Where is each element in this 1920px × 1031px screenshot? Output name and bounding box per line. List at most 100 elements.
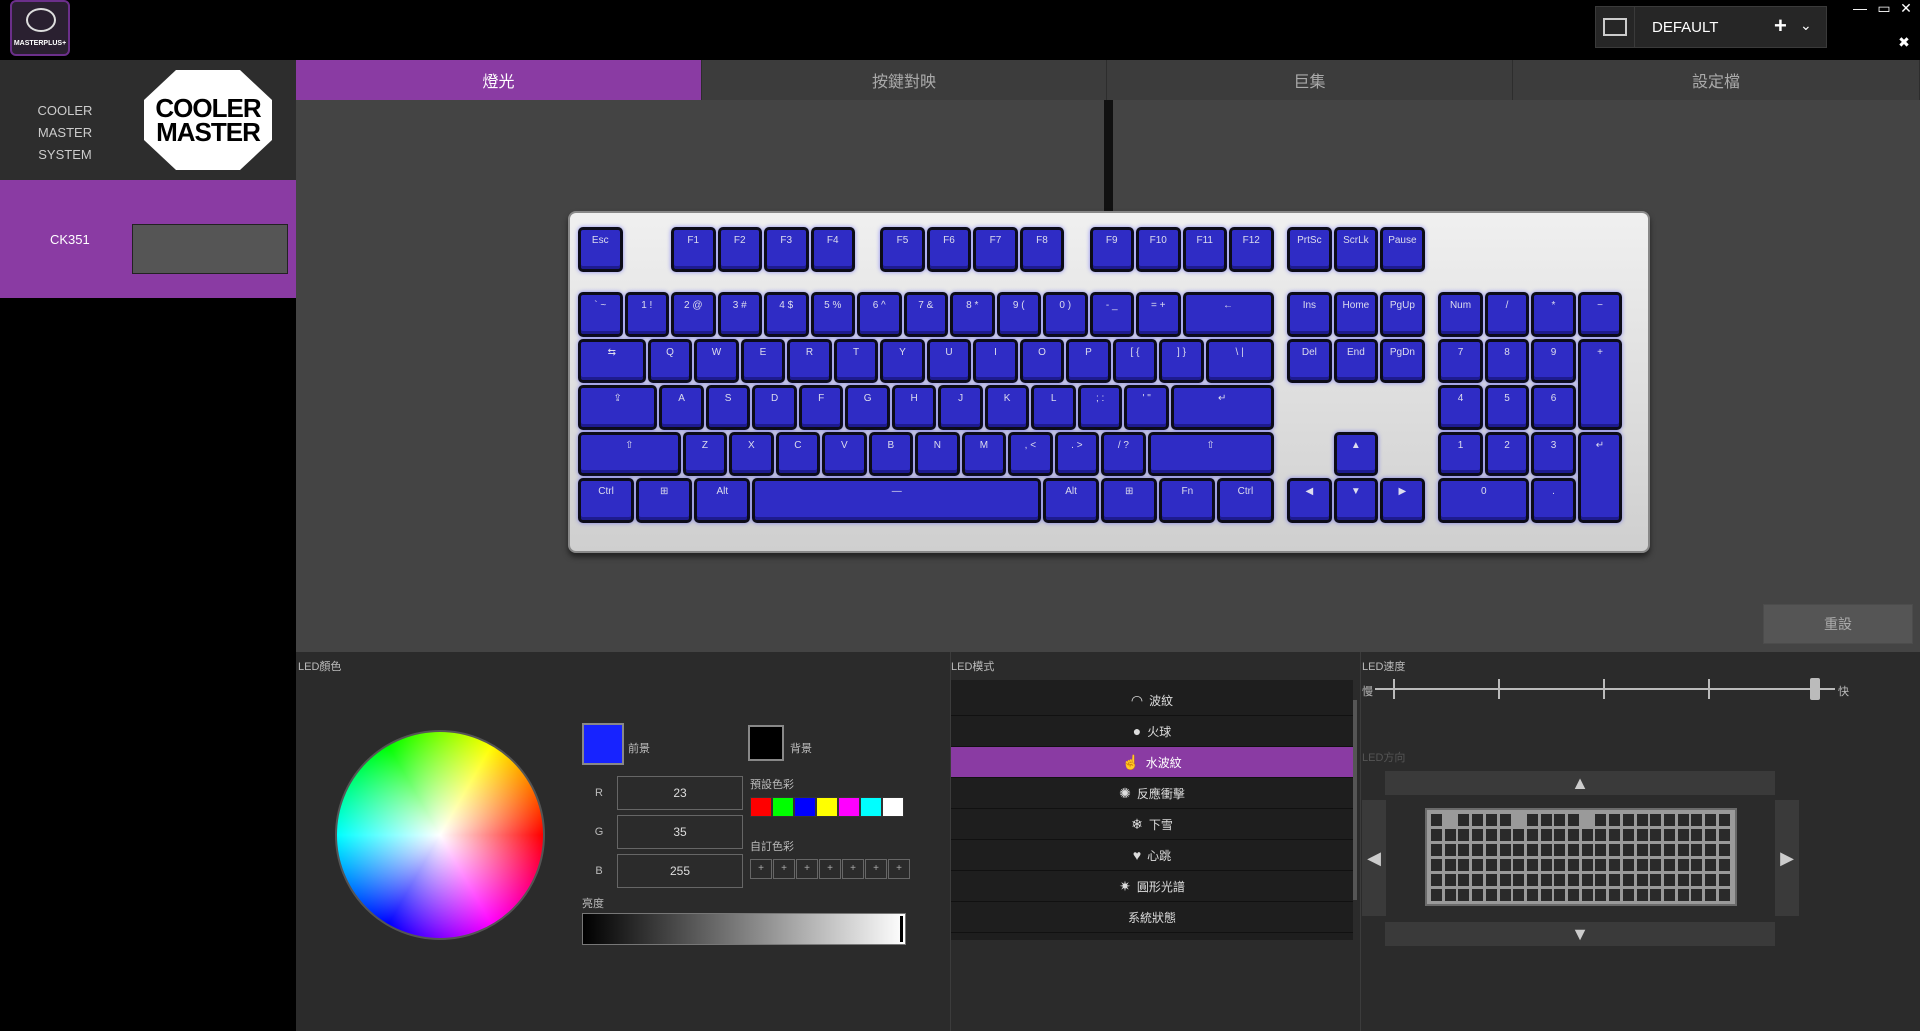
image-icon[interactable] <box>1596 7 1635 47</box>
key-left[interactable]: ◀ <box>1287 478 1332 523</box>
key-a[interactable]: A <box>659 385 704 430</box>
key-quote[interactable]: ' " <box>1124 385 1169 430</box>
key-tab[interactable]: ⇆ <box>578 338 646 384</box>
direction-left-button[interactable]: ◀ <box>1362 800 1386 916</box>
key-f5[interactable]: F5 <box>880 227 925 272</box>
key-b[interactable]: B <box>868 431 914 477</box>
preset-color-swatch[interactable] <box>860 797 882 817</box>
led-speed-handle[interactable] <box>1810 678 1820 700</box>
blue-input[interactable] <box>617 854 743 888</box>
led-mode-item[interactable]: ✷ 圓形光譜 <box>951 871 1353 902</box>
key-lalt[interactable]: Alt <box>694 478 751 523</box>
key-add[interactable]: + <box>1577 338 1623 430</box>
key-f1[interactable]: F1 <box>671 227 716 272</box>
key-pgup[interactable]: PgUp <box>1380 292 1425 337</box>
key-s[interactable]: S <box>705 385 751 430</box>
key-kent[interactable]: ↵ <box>1577 431 1623 523</box>
color-wheel[interactable] <box>335 730 545 940</box>
masterplus-logo[interactable]: MASTERPLUS+ <box>10 0 70 56</box>
key-n2[interactable]: 2 @ <box>671 292 716 337</box>
key-p[interactable]: P <box>1066 338 1111 384</box>
key-equal[interactable]: = + <box>1136 292 1181 337</box>
tools-icon[interactable]: ✖ <box>1894 34 1914 52</box>
key-num[interactable]: Num <box>1438 292 1483 337</box>
key-rshift[interactable]: ⇧ <box>1147 431 1274 477</box>
key-k0[interactable]: 0 <box>1438 478 1530 523</box>
key-d[interactable]: D <box>752 385 797 430</box>
key-f4[interactable]: F4 <box>810 227 855 272</box>
maximize-button[interactable]: ▭ <box>1874 0 1894 18</box>
key-down[interactable]: ▼ <box>1333 478 1379 523</box>
led-mode-item[interactable]: ☝ 水波紋 <box>951 747 1353 778</box>
key-up[interactable]: ▲ <box>1333 431 1379 477</box>
key-n[interactable]: N <box>915 431 960 477</box>
key-n7[interactable]: 7 & <box>903 292 948 337</box>
background-swatch[interactable] <box>748 725 784 761</box>
custom-color-slot[interactable]: + <box>796 859 818 879</box>
tab-lighting[interactable]: 燈光 <box>296 60 702 100</box>
led-mode-item[interactable]: ♥ 心跳 <box>951 840 1353 871</box>
preset-color-swatch[interactable] <box>794 797 816 817</box>
key-n8[interactable]: 8 * <box>950 292 995 337</box>
key-r[interactable]: R <box>787 338 832 384</box>
device-item-ck351[interactable]: CK351 <box>0 180 296 298</box>
key-f7[interactable]: F7 <box>973 227 1018 272</box>
key-enter[interactable]: ↵ <box>1170 385 1274 430</box>
key-z[interactable]: Z <box>682 431 728 477</box>
key-mul[interactable]: * <box>1531 292 1576 337</box>
key-pgdn[interactable]: PgDn <box>1380 338 1425 384</box>
key-o[interactable]: O <box>1019 338 1065 384</box>
key-scrlk[interactable]: ScrLk <box>1333 227 1379 272</box>
key-f12[interactable]: F12 <box>1229 227 1274 272</box>
key-k4[interactable]: 4 <box>1438 385 1483 430</box>
led-mode-item[interactable]: ❄ 下雪 <box>951 809 1353 840</box>
key-g[interactable]: G <box>845 385 890 430</box>
custom-color-slot[interactable]: + <box>865 859 887 879</box>
key-home[interactable]: Home <box>1333 292 1379 337</box>
key-f3[interactable]: F3 <box>764 227 809 272</box>
custom-color-slot[interactable]: + <box>819 859 841 879</box>
close-button[interactable]: ✕ <box>1896 0 1916 18</box>
add-profile-button[interactable]: + <box>1774 13 1787 39</box>
direction-up-button[interactable]: ▲ <box>1385 771 1775 795</box>
chevron-down-icon[interactable]: ⌄ <box>1800 17 1812 34</box>
preset-color-swatch[interactable] <box>816 797 838 817</box>
key-end[interactable]: End <box>1333 338 1379 384</box>
key-del[interactable]: Del <box>1287 338 1332 384</box>
key-j[interactable]: J <box>938 385 983 430</box>
key-n0[interactable]: 0 ) <box>1043 292 1088 337</box>
key-i[interactable]: I <box>973 338 1018 384</box>
key-k9[interactable]: 9 <box>1531 338 1576 384</box>
direction-right-button[interactable]: ▶ <box>1775 800 1799 916</box>
key-c[interactable]: C <box>775 431 821 477</box>
key-k1[interactable]: 1 <box>1438 431 1483 477</box>
key-f2[interactable]: F2 <box>717 227 762 272</box>
direction-down-button[interactable]: ▼ <box>1385 922 1775 946</box>
key-w[interactable]: W <box>694 338 739 384</box>
key-k5[interactable]: 5 <box>1484 385 1530 430</box>
profile-name[interactable]: DEFAULT <box>1652 19 1718 36</box>
key-n9[interactable]: 9 ( <box>996 292 1041 337</box>
key-rbr[interactable]: ] } <box>1159 338 1204 384</box>
led-mode-item[interactable]: 系統狀態 <box>951 902 1353 933</box>
led-mode-item[interactable]: ◠ 波紋 <box>951 685 1353 716</box>
brightness-slider[interactable] <box>582 913 906 945</box>
key-f9[interactable]: F9 <box>1089 227 1134 272</box>
red-input[interactable] <box>617 776 743 810</box>
key-lbr[interactable]: [ { <box>1112 338 1158 384</box>
key-k[interactable]: K <box>984 385 1030 430</box>
key-n5[interactable]: 5 % <box>810 292 855 337</box>
key-k2[interactable]: 2 <box>1484 431 1530 477</box>
key-ins[interactable]: Ins <box>1287 292 1332 337</box>
key-space[interactable]: — <box>752 478 1041 523</box>
key-caps[interactable]: ⇪ <box>578 385 658 430</box>
key-x[interactable]: X <box>729 431 774 477</box>
key-fn[interactable]: Fn <box>1159 478 1216 523</box>
led-mode-item[interactable]: ✺ 反應衝擊 <box>951 778 1353 809</box>
custom-color-slot[interactable]: + <box>888 859 910 879</box>
key-m[interactable]: M <box>961 431 1007 477</box>
preset-color-swatch[interactable] <box>750 797 772 817</box>
preset-color-swatch[interactable] <box>882 797 904 817</box>
tab-macro[interactable]: 巨集 <box>1107 60 1513 100</box>
key-prtsc[interactable]: PrtSc <box>1287 227 1332 272</box>
